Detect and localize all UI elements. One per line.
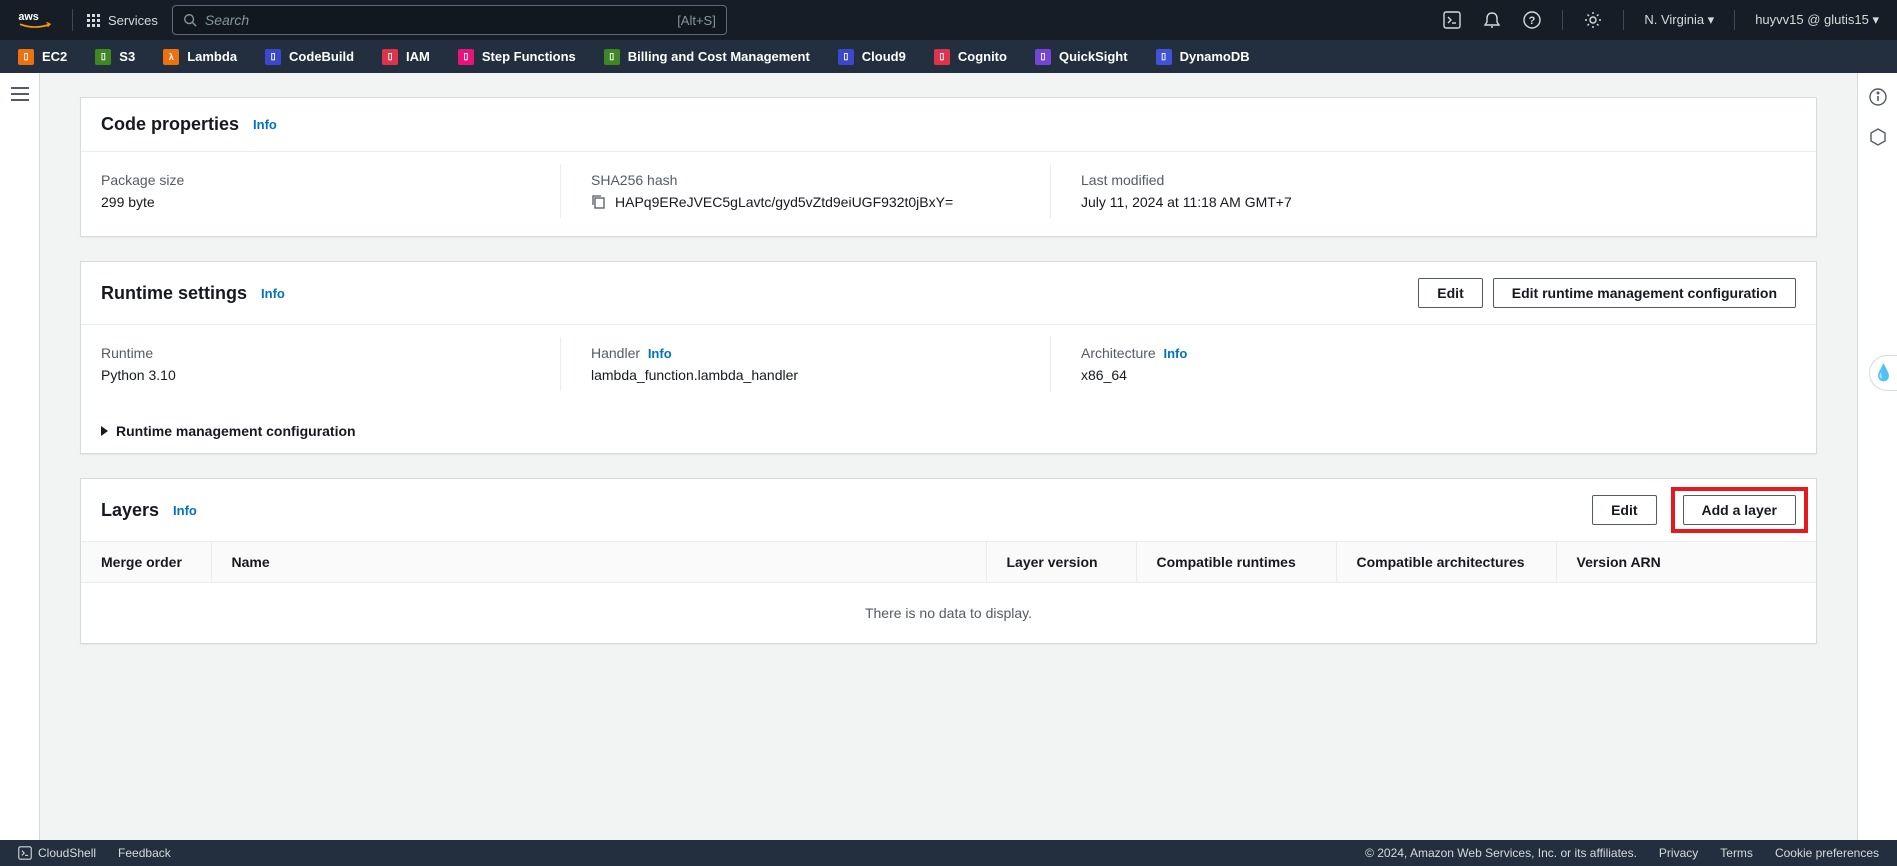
left-sidebar-collapsed [0,73,40,840]
copy-icon[interactable] [591,194,607,210]
add-layer-highlight: Add a layer [1671,487,1808,533]
cloudshell-footer-link[interactable]: CloudShell [18,846,96,860]
nav-dynamodb[interactable]: ▯DynamoDB [1156,49,1250,65]
search-input[interactable]: Search [Alt+S] [172,5,727,35]
cookie-prefs-link[interactable]: Cookie preferences [1775,846,1879,860]
info-panel-icon[interactable] [1868,87,1888,107]
handler-value: lambda_function.lambda_handler [591,367,1020,383]
col-merge-order[interactable]: Merge order [81,542,211,583]
col-name[interactable]: Name [211,542,986,583]
global-footer: CloudShell Feedback © 2024, Amazon Web S… [0,840,1897,866]
edit-layers-button[interactable]: Edit [1592,495,1656,525]
modified-label: Last modified [1081,172,1766,188]
runtime-mgmt-label: Runtime management configuration [116,423,356,439]
search-shortcut: [Alt+S] [677,13,716,28]
handler-label: Handler Info [591,345,1020,361]
package-size-label: Package size [101,172,530,188]
code-properties-title: Code properties [101,114,239,135]
svg-text:aws: aws [18,11,38,23]
layers-empty-message: There is no data to display. [81,583,1816,644]
cloudshell-icon [18,846,32,860]
nav-quicksight[interactable]: ▯QuickSight [1035,49,1128,65]
sha-value: HAPq9EReJVEC5gLavtc/gyd5vZtd9eiUGF932t0j… [615,194,953,210]
code-properties-info-link[interactable]: Info [253,117,277,132]
arch-label: Architecture Info [1081,345,1766,361]
expand-sidebar-button[interactable] [11,87,29,101]
region-selector[interactable]: N. Virginia ▾ [1644,12,1714,28]
account-menu[interactable]: huyvv15 @ glutis15 ▾ [1755,12,1879,28]
arch-info-link[interactable]: Info [1163,346,1187,361]
security-hub-icon[interactable] [1868,127,1888,147]
privacy-link[interactable]: Privacy [1659,846,1698,860]
services-label: Services [108,13,158,28]
col-arn[interactable]: Version ARN [1556,542,1816,583]
add-layer-button[interactable]: Add a layer [1683,495,1796,525]
runtime-settings-info-link[interactable]: Info [261,286,285,301]
layers-table: Merge order Name Layer version Compatibl… [81,541,1816,643]
service-shortcuts-bar: ▯EC2 ▯S3 λLambda ▯CodeBuild ▯IAM ▯Step F… [0,40,1897,73]
layers-title: Layers [101,500,159,521]
right-help-rail [1857,73,1897,840]
nav-s3[interactable]: ▯S3 [95,49,135,65]
search-placeholder: Search [205,12,249,28]
svg-text:?: ? [1529,15,1536,27]
nav-stepfunctions[interactable]: ▯Step Functions [458,49,576,65]
nav-codebuild[interactable]: ▯CodeBuild [265,49,354,65]
edit-runtime-mgmt-button[interactable]: Edit runtime management configuration [1493,278,1796,308]
main-content: Code properties Info Package size 299 by… [40,73,1857,840]
package-size-value: 299 byte [101,194,530,210]
terms-link[interactable]: Terms [1720,846,1753,860]
cloudshell-header-icon[interactable] [1442,10,1462,30]
services-menu[interactable]: Services [87,13,158,28]
runtime-settings-title: Runtime settings [101,283,247,304]
nav-billing[interactable]: ▯Billing and Cost Management [604,49,810,65]
nav-iam[interactable]: ▯IAM [382,49,430,65]
col-runtimes[interactable]: Compatible runtimes [1136,542,1336,583]
notifications-icon[interactable] [1482,10,1502,30]
runtime-mgmt-expander[interactable]: Runtime management configuration [81,409,1816,453]
nav-cognito[interactable]: ▯Cognito [934,49,1007,65]
layers-panel: Layers Info Edit Add a layer Merge order… [80,478,1817,644]
help-icon[interactable]: ? [1522,10,1542,30]
search-icon [183,13,197,27]
caret-right-icon [101,426,108,436]
handler-info-link[interactable]: Info [648,346,672,361]
nav-lambda[interactable]: λLambda [163,49,237,65]
nav-ec2[interactable]: ▯EC2 [18,49,67,65]
global-header: aws Services Search [Alt+S] ? N. Virgini… [0,0,1897,40]
droplet-icon: 💧 [1874,363,1894,383]
runtime-settings-panel: Runtime settings Info Edit Edit runtime … [80,261,1817,454]
edit-runtime-button[interactable]: Edit [1418,278,1482,308]
grid-icon [87,14,100,27]
settings-icon[interactable] [1583,10,1603,30]
sha-label: SHA256 hash [591,172,1020,188]
feedback-link[interactable]: Feedback [118,846,171,860]
modified-value: July 11, 2024 at 11:18 AM GMT+7 [1081,194,1766,210]
col-version[interactable]: Layer version [986,542,1136,583]
nav-cloud9[interactable]: ▯Cloud9 [838,49,906,65]
runtime-label: Runtime [101,345,530,361]
layers-info-link[interactable]: Info [173,503,197,518]
col-archs[interactable]: Compatible architectures [1336,542,1556,583]
code-properties-panel: Code properties Info Package size 299 by… [80,97,1817,237]
aws-logo[interactable]: aws [18,10,52,30]
arch-value: x86_64 [1081,367,1766,383]
assist-floating-button[interactable]: 💧 [1869,355,1897,391]
runtime-value: Python 3.10 [101,367,530,383]
copyright-text: © 2024, Amazon Web Services, Inc. or its… [1365,846,1637,860]
